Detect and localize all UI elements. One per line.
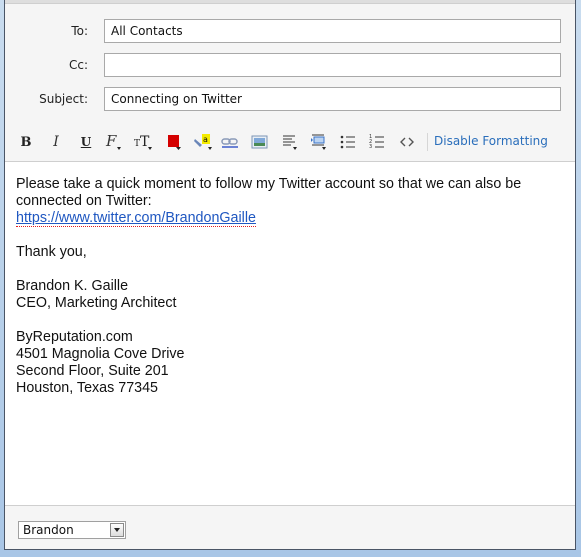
bulleted-list-icon [340, 135, 355, 149]
cc-field[interactable] [104, 53, 561, 77]
disable-formatting-link[interactable]: Disable Formatting [434, 134, 548, 148]
bold-icon: B [20, 134, 32, 150]
compose-footer: Brandon [5, 506, 575, 550]
subject-label: Subject: [39, 92, 88, 106]
signature-company: ByReputation.com [16, 329, 133, 345]
signature-address-line1: 4501 Magnolia Cove Drive [16, 346, 185, 362]
signature-select-value: Brandon [23, 523, 74, 537]
align-button[interactable] [279, 132, 301, 152]
to-label: To: [71, 24, 88, 38]
to-row: To: [5, 19, 575, 45]
svg-text:3: 3 [369, 144, 372, 150]
underline-button[interactable]: U [75, 132, 97, 152]
subject-field[interactable] [104, 87, 561, 111]
font-family-icon: F [105, 133, 121, 150]
signature-title: CEO, Marketing Architect [16, 295, 177, 311]
font-size-button[interactable]: T T [133, 132, 155, 152]
signature-select[interactable]: Brandon [18, 521, 126, 539]
body-intro: Please take a quick moment to follow my … [16, 176, 522, 209]
bold-button[interactable]: B [15, 132, 37, 152]
insert-image-button[interactable] [249, 132, 271, 152]
code-icon [400, 137, 414, 147]
bulleted-list-button[interactable] [337, 132, 359, 152]
svg-text:a: a [203, 135, 208, 144]
cc-label: Cc: [68, 58, 88, 72]
numbered-list-button[interactable]: 123 [366, 132, 388, 152]
image-icon [251, 135, 268, 149]
text-color-button[interactable] [163, 132, 185, 152]
formatting-toolbar: B I U F T T a 1 2 3 Disable Formatting [5, 124, 575, 160]
font-size-icon: T T [134, 134, 152, 150]
message-body-editor[interactable]: Please take a quick moment to follow my … [5, 161, 575, 506]
dropdown-arrow-button[interactable] [110, 523, 124, 537]
cc-row: Cc: [5, 53, 575, 79]
highlight-icon: a [194, 134, 212, 150]
link-icon [221, 138, 238, 148]
twitter-link[interactable]: https://www.twitter.com/BrandonGaille [16, 210, 256, 227]
underline-icon: U [80, 135, 92, 149]
indent-button[interactable] [308, 132, 330, 152]
text-color-icon [168, 135, 181, 150]
to-field[interactable] [104, 19, 561, 43]
indent-icon [311, 134, 326, 150]
body-closing: Thank you, [16, 244, 87, 260]
insert-link-button[interactable] [219, 132, 241, 152]
align-icon [283, 135, 297, 150]
subject-row: Subject: [5, 87, 575, 113]
signature-address-line2: Second Floor, Suite 201 [16, 363, 169, 379]
top-divider [5, 0, 575, 4]
toolbar-divider [427, 133, 428, 151]
html-source-button[interactable] [396, 132, 418, 152]
chevron-down-icon [114, 528, 120, 532]
svg-text:F: F [105, 133, 117, 150]
signature-name: Brandon K. Gaille [16, 278, 129, 294]
numbered-list-icon: 123 [369, 134, 384, 150]
italic-icon: I [53, 134, 59, 150]
compose-window: To: Cc: Subject: B I U F T T [4, 0, 576, 550]
signature-address-line3: Houston, Texas 77345 [16, 380, 159, 396]
italic-button[interactable]: I [45, 132, 67, 152]
highlight-button[interactable]: a [193, 132, 215, 152]
font-family-button[interactable]: F [103, 132, 125, 152]
